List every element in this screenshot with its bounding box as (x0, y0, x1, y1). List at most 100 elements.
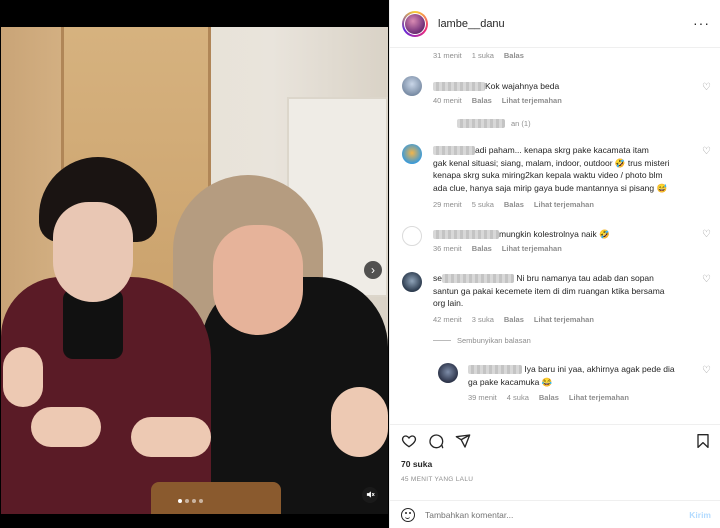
comment-text-line: ga pake kacamuka 😂 (468, 376, 553, 387)
hand-middle (131, 417, 211, 457)
emoji-smiley-icon[interactable] (401, 507, 415, 522)
comment-list[interactable]: 31 menit 1 suka Balas Kok wajahnya beda … (390, 48, 720, 424)
person-left-face (53, 202, 133, 302)
comment-input[interactable] (425, 509, 655, 520)
comment-likes[interactable]: 5 suka (472, 200, 494, 209)
carousel-dot (185, 499, 189, 503)
comment-text-line: adi paham... kenapa skrg pake kacamata i… (475, 145, 649, 155)
comment-time: 40 menit (433, 96, 462, 105)
author-username[interactable]: lambe__danu (438, 18, 505, 30)
comment-time: 42 menit (433, 315, 462, 324)
view-replies-toggle[interactable]: an (1) (433, 119, 531, 128)
comment-likes[interactable]: 4 suka (507, 393, 529, 402)
comment-likes[interactable]: 1 suka (472, 51, 494, 60)
translate-button[interactable]: Lihat terjemahan (502, 244, 562, 253)
redacted-username[interactable] (441, 274, 514, 284)
person-right-face (213, 225, 303, 335)
comment-body: adi paham... kenapa skrg pake kacamata i… (433, 144, 691, 194)
translate-button[interactable]: Lihat terjemahan (534, 315, 594, 324)
like-comment-heart-icon[interactable]: ♡ (702, 229, 711, 240)
comment-bubble-icon[interactable] (428, 433, 444, 449)
armchair (151, 482, 281, 514)
add-comment-bar: Kirim (390, 500, 720, 528)
comment-body: Iya baru ini yaa, akhirnya agak pede dia… (468, 363, 691, 388)
reply-button[interactable]: Balas (504, 51, 524, 60)
next-slide-button[interactable]: › (364, 261, 382, 279)
comment-meta: 40 menit Balas Lihat terjemahan (433, 96, 562, 105)
translate-button[interactable]: Lihat terjemahan (569, 393, 629, 402)
more-options-icon[interactable]: ··· (693, 15, 710, 31)
hand-right (331, 387, 388, 457)
comment-meta: 42 menit 3 suka Balas Lihat terjemahan (433, 315, 594, 324)
comment-time: 29 menit (433, 200, 462, 209)
post-comment-button[interactable]: Kirim (689, 510, 711, 520)
comment-text-line: kenapa skrg suka miring2kan kepala waktu… (433, 170, 663, 180)
hand-left-1 (3, 347, 43, 407)
carousel-dot (199, 499, 203, 503)
carousel-dot (192, 499, 196, 503)
comment-text: mungkin kolestrolnya naik 🤣 (499, 229, 610, 239)
post-timestamp[interactable]: 45 MENIT YANG LALU (401, 476, 473, 483)
comment-body: se Ni bru namanya tau adab dan sopan san… (433, 272, 691, 310)
post-media[interactable]: › (0, 0, 389, 528)
reply-button[interactable]: Balas (472, 244, 492, 253)
likes-count[interactable]: 70 suka (401, 459, 432, 469)
carousel-dot (178, 499, 182, 503)
translate-button[interactable]: Lihat terjemahan (534, 200, 594, 209)
comment-time: 39 menit (468, 393, 497, 402)
comment-body: Kok wajahnya beda (433, 80, 691, 93)
redacted-username[interactable] (433, 230, 499, 240)
video-frame[interactable] (1, 27, 388, 514)
carousel-indicator (178, 499, 203, 503)
commenter-avatar[interactable] (438, 363, 458, 383)
hide-replies-label: Sembunyikan balasan (457, 336, 531, 345)
reply-button[interactable]: Balas (504, 200, 524, 209)
comment-meta: 36 menit Balas Lihat terjemahan (433, 244, 562, 253)
view-replies-label: an (1) (511, 119, 531, 128)
comment-meta: 39 menit 4 suka Balas Lihat terjemahan (468, 393, 629, 402)
comment-text-line: Ni bru namanya tau adab dan sopan (516, 273, 654, 283)
comment-likes[interactable]: 3 suka (472, 315, 494, 324)
reply-button[interactable]: Balas (472, 96, 492, 105)
share-send-icon[interactable] (455, 433, 471, 449)
translate-button[interactable]: Lihat terjemahan (502, 96, 562, 105)
hand-left-2 (31, 407, 101, 447)
comment-meta: 29 menit 5 suka Balas Lihat terjemahan (433, 200, 594, 209)
comment-text-line: Iya baru ini yaa, akhirnya agak pede dia (524, 364, 675, 374)
comment-text-line: ada clue, hanya saja mirip gaya bude man… (433, 182, 668, 193)
author-avatar[interactable] (402, 10, 428, 37)
comment-text-line: gak kenal situasi; siang, malam, indoor,… (433, 157, 670, 168)
divider-line (433, 123, 451, 124)
redacted-username[interactable] (468, 365, 522, 375)
username-prefix[interactable]: se (433, 273, 442, 283)
redacted-text (457, 119, 505, 128)
commenter-avatar[interactable] (402, 76, 422, 96)
comment-meta: 31 menit 1 suka Balas (433, 51, 524, 60)
like-comment-heart-icon[interactable]: ♡ (702, 365, 711, 376)
redacted-username[interactable] (433, 82, 485, 92)
comment-body: mungkin kolestrolnya naik 🤣 (433, 228, 691, 241)
comment-time: 36 menit (433, 244, 462, 253)
like-comment-heart-icon[interactable]: ♡ (702, 274, 711, 285)
mute-button[interactable] (362, 487, 378, 503)
commenter-avatar[interactable] (402, 144, 422, 164)
reply-button[interactable]: Balas (539, 393, 559, 402)
like-comment-heart-icon[interactable]: ♡ (702, 146, 711, 157)
post-action-bar (390, 424, 720, 454)
comment-text-line: santun ga pakai kecemete item di dim rua… (433, 285, 665, 296)
hide-replies-toggle[interactable]: Sembunyikan balasan (433, 336, 531, 345)
post-sidebar: lambe__danu ··· 31 menit 1 suka Balas Ko… (389, 0, 720, 528)
comment-text: Kok wajahnya beda (485, 81, 560, 91)
bookmark-icon[interactable] (695, 433, 711, 449)
comment-text-line: org lain. (433, 298, 464, 308)
commenter-avatar[interactable] (402, 272, 422, 292)
comment-time: 31 menit (433, 51, 462, 60)
redacted-username[interactable] (433, 146, 475, 156)
volume-muted-icon (366, 491, 375, 498)
like-heart-icon[interactable] (401, 433, 417, 449)
divider-line (433, 340, 451, 341)
commenter-avatar[interactable] (402, 226, 422, 246)
post-header: lambe__danu ··· (390, 0, 720, 48)
reply-button[interactable]: Balas (504, 315, 524, 324)
like-comment-heart-icon[interactable]: ♡ (702, 82, 711, 93)
